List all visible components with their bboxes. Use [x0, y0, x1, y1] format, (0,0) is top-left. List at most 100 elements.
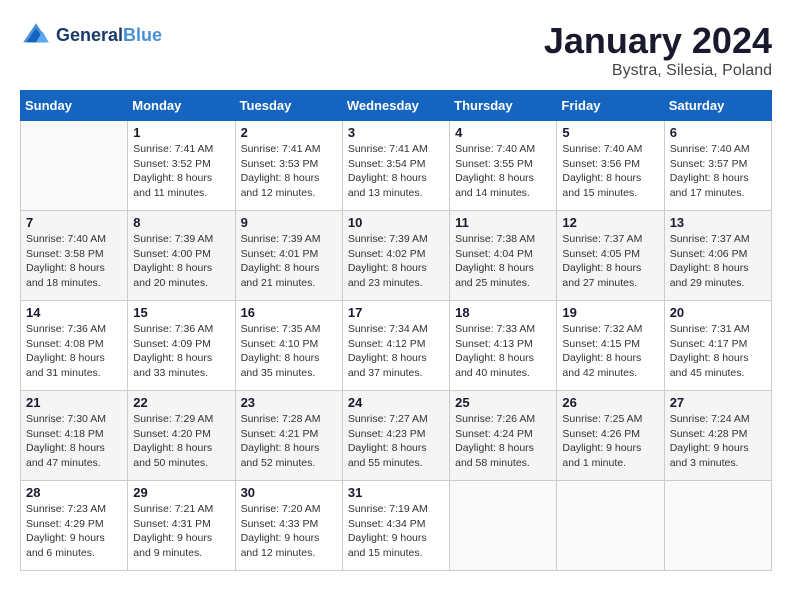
day-info: Sunrise: 7:31 AMSunset: 4:17 PMDaylight:…: [670, 322, 766, 381]
day-info: Sunrise: 7:19 AMSunset: 4:34 PMDaylight:…: [348, 502, 444, 561]
day-info: Sunrise: 7:25 AMSunset: 4:26 PMDaylight:…: [562, 412, 658, 471]
weekday-header-wednesday: Wednesday: [342, 91, 449, 121]
day-info: Sunrise: 7:20 AMSunset: 4:33 PMDaylight:…: [241, 502, 337, 561]
logo-icon: [20, 20, 52, 52]
day-number: 12: [562, 215, 658, 230]
day-number: 24: [348, 395, 444, 410]
day-number: 17: [348, 305, 444, 320]
calendar-week-4: 21 Sunrise: 7:30 AMSunset: 4:18 PMDayligh…: [21, 391, 772, 481]
day-info: Sunrise: 7:29 AMSunset: 4:20 PMDaylight:…: [133, 412, 229, 471]
day-info: Sunrise: 7:33 AMSunset: 4:13 PMDaylight:…: [455, 322, 551, 381]
day-number: 7: [26, 215, 122, 230]
day-info: Sunrise: 7:34 AMSunset: 4:12 PMDaylight:…: [348, 322, 444, 381]
day-number: 6: [670, 125, 766, 140]
day-number: 14: [26, 305, 122, 320]
calendar-cell: [450, 481, 557, 571]
calendar-cell: 16Sunrise: 7:35 AMSunset: 4:10 PMDayligh…: [235, 301, 342, 391]
day-info: Sunrise: 7:40 AMSunset: 3:55 PMDaylight:…: [455, 142, 551, 201]
calendar-cell: 11 Sunrise: 7:38 AMSunset: 4:04 PMDayligh…: [450, 211, 557, 301]
calendar-cell: 12 Sunrise: 7:37 AMSunset: 4:05 PMDayligh…: [557, 211, 664, 301]
calendar-cell: 31 Sunrise: 7:19 AMSunset: 4:34 PMDayligh…: [342, 481, 449, 571]
calendar-cell: 20 Sunrise: 7:31 AMSunset: 4:17 PMDayligh…: [664, 301, 771, 391]
day-info: Sunrise: 7:39 AMSunset: 4:02 PMDaylight:…: [348, 232, 444, 291]
calendar-cell: 7 Sunrise: 7:40 AMSunset: 3:58 PMDaylight…: [21, 211, 128, 301]
day-info: Sunrise: 7:27 AMSunset: 4:23 PMDaylight:…: [348, 412, 444, 471]
day-info: Sunrise: 7:21 AMSunset: 4:31 PMDaylight:…: [133, 502, 229, 561]
weekday-header-tuesday: Tuesday: [235, 91, 342, 121]
calendar-cell: 17 Sunrise: 7:34 AMSunset: 4:12 PMDayligh…: [342, 301, 449, 391]
day-info: Sunrise: 7:26 AMSunset: 4:24 PMDaylight:…: [455, 412, 551, 471]
day-number: 1: [133, 125, 229, 140]
day-number: 29: [133, 485, 229, 500]
logo: GeneralBlue: [20, 20, 162, 52]
day-info: Sunrise: 7:39 AMSunset: 4:01 PMDaylight:…: [241, 232, 337, 291]
calendar-title: January 2024: [544, 20, 772, 62]
day-info: Sunrise: 7:39 AMSunset: 4:00 PMDaylight:…: [133, 232, 229, 291]
day-info: Sunrise: 7:24 AMSunset: 4:28 PMDaylight:…: [670, 412, 766, 471]
day-number: 25: [455, 395, 551, 410]
calendar-cell: [664, 481, 771, 571]
calendar-cell: 29 Sunrise: 7:21 AMSunset: 4:31 PMDayligh…: [128, 481, 235, 571]
day-number: 9: [241, 215, 337, 230]
day-info: Sunrise: 7:35 AMSunset: 4:10 PMDaylight:…: [241, 322, 337, 381]
calendar-cell: 18Sunrise: 7:33 AMSunset: 4:13 PMDayligh…: [450, 301, 557, 391]
day-info: Sunrise: 7:40 AMSunset: 3:58 PMDaylight:…: [26, 232, 122, 291]
calendar-cell: 28Sunrise: 7:23 AMSunset: 4:29 PMDayligh…: [21, 481, 128, 571]
logo-text: GeneralBlue: [56, 26, 162, 46]
calendar-cell: 21 Sunrise: 7:30 AMSunset: 4:18 PMDayligh…: [21, 391, 128, 481]
calendar-cell: 4 Sunrise: 7:40 AMSunset: 3:55 PMDaylight…: [450, 121, 557, 211]
day-info: Sunrise: 7:30 AMSunset: 4:18 PMDaylight:…: [26, 412, 122, 471]
day-info: Sunrise: 7:40 AMSunset: 3:57 PMDaylight:…: [670, 142, 766, 201]
day-number: 2: [241, 125, 337, 140]
day-number: 27: [670, 395, 766, 410]
calendar-cell: 9 Sunrise: 7:39 AMSunset: 4:01 PMDaylight…: [235, 211, 342, 301]
weekday-header-saturday: Saturday: [664, 91, 771, 121]
day-number: 19: [562, 305, 658, 320]
day-info: Sunrise: 7:37 AMSunset: 4:06 PMDaylight:…: [670, 232, 766, 291]
calendar-cell: 27 Sunrise: 7:24 AMSunset: 4:28 PMDayligh…: [664, 391, 771, 481]
weekday-header-friday: Friday: [557, 91, 664, 121]
title-section: January 2024 Bystra, Silesia, Poland: [544, 20, 772, 80]
day-info: Sunrise: 7:28 AMSunset: 4:21 PMDaylight:…: [241, 412, 337, 471]
day-number: 26: [562, 395, 658, 410]
day-number: 3: [348, 125, 444, 140]
calendar-cell: 14 Sunrise: 7:36 AMSunset: 4:08 PMDayligh…: [21, 301, 128, 391]
day-number: 20: [670, 305, 766, 320]
calendar-cell: 24 Sunrise: 7:27 AMSunset: 4:23 PMDayligh…: [342, 391, 449, 481]
calendar-cell: 26 Sunrise: 7:25 AMSunset: 4:26 PMDayligh…: [557, 391, 664, 481]
calendar-cell: 8 Sunrise: 7:39 AMSunset: 4:00 PMDaylight…: [128, 211, 235, 301]
day-number: 13: [670, 215, 766, 230]
calendar-cell: 6 Sunrise: 7:40 AMSunset: 3:57 PMDaylight…: [664, 121, 771, 211]
calendar-table: SundayMondayTuesdayWednesdayThursdayFrid…: [20, 90, 772, 571]
day-number: 8: [133, 215, 229, 230]
calendar-cell: 25 Sunrise: 7:26 AMSunset: 4:24 PMDayligh…: [450, 391, 557, 481]
calendar-week-2: 7 Sunrise: 7:40 AMSunset: 3:58 PMDaylight…: [21, 211, 772, 301]
calendar-week-3: 14 Sunrise: 7:36 AMSunset: 4:08 PMDayligh…: [21, 301, 772, 391]
day-info: Sunrise: 7:36 AMSunset: 4:08 PMDaylight:…: [26, 322, 122, 381]
day-info: Sunrise: 7:38 AMSunset: 4:04 PMDaylight:…: [455, 232, 551, 291]
day-info: Sunrise: 7:37 AMSunset: 4:05 PMDaylight:…: [562, 232, 658, 291]
calendar-cell: 1 Sunrise: 7:41 AMSunset: 3:52 PMDaylight…: [128, 121, 235, 211]
calendar-cell: 19 Sunrise: 7:32 AMSunset: 4:15 PMDayligh…: [557, 301, 664, 391]
day-number: 21: [26, 395, 122, 410]
calendar-cell: 22 Sunrise: 7:29 AMSunset: 4:20 PMDayligh…: [128, 391, 235, 481]
day-number: 30: [241, 485, 337, 500]
weekday-header-row: SundayMondayTuesdayWednesdayThursdayFrid…: [21, 91, 772, 121]
day-info: Sunrise: 7:36 AMSunset: 4:09 PMDaylight:…: [133, 322, 229, 381]
day-info: Sunrise: 7:41 AMSunset: 3:52 PMDaylight:…: [133, 142, 229, 201]
day-number: 23: [241, 395, 337, 410]
day-number: 10: [348, 215, 444, 230]
day-number: 11: [455, 215, 551, 230]
weekday-header-monday: Monday: [128, 91, 235, 121]
day-number: 31: [348, 485, 444, 500]
day-info: Sunrise: 7:32 AMSunset: 4:15 PMDaylight:…: [562, 322, 658, 381]
weekday-header-thursday: Thursday: [450, 91, 557, 121]
day-number: 22: [133, 395, 229, 410]
day-info: Sunrise: 7:23 AMSunset: 4:29 PMDaylight:…: [26, 502, 122, 561]
calendar-cell: 3Sunrise: 7:41 AMSunset: 3:54 PMDaylight…: [342, 121, 449, 211]
day-info: Sunrise: 7:41 AMSunset: 3:53 PMDaylight:…: [241, 142, 337, 201]
day-number: 4: [455, 125, 551, 140]
calendar-cell: [21, 121, 128, 211]
calendar-cell: [557, 481, 664, 571]
calendar-cell: 2 Sunrise: 7:41 AMSunset: 3:53 PMDaylight…: [235, 121, 342, 211]
